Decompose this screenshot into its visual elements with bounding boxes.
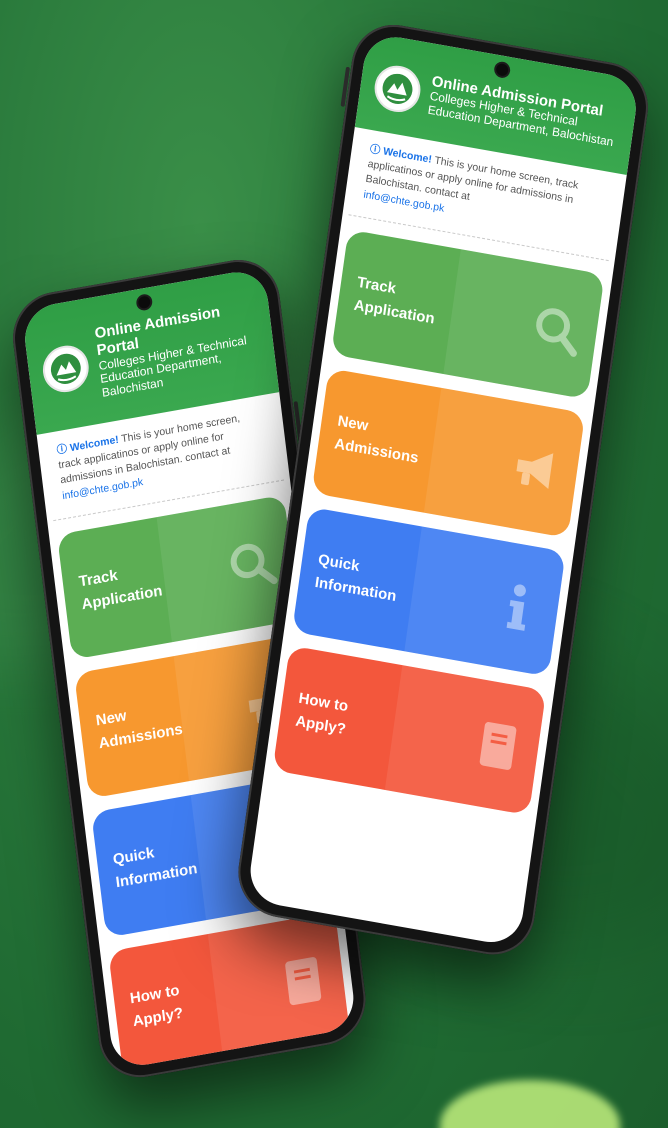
new-admissions-card[interactable]: New Admissions (311, 367, 586, 538)
how-to-apply-card[interactable]: How to Apply? (108, 911, 351, 1071)
card-label-line1: Track (355, 274, 397, 298)
track-application-card[interactable]: Track Application (330, 229, 605, 400)
card-label-line2: Information (313, 573, 398, 605)
card-label-line1: New (336, 412, 370, 436)
card-label-line1: Track (77, 567, 119, 591)
search-icon (536, 308, 577, 357)
track-application-card[interactable]: Track Application (56, 494, 300, 660)
megaphone-icon (516, 453, 554, 489)
card-label-line2: Application (352, 296, 436, 328)
info-circle-icon: ⓘ (369, 143, 382, 157)
info-circle-icon: ⓘ (55, 442, 68, 457)
department-logo (40, 342, 92, 396)
search-icon (230, 543, 278, 584)
card-label-line2: Apply? (131, 1004, 185, 1030)
card-label-line2: Apply? (294, 712, 347, 739)
background-blob (440, 1080, 620, 1128)
card-label-line1: How to (297, 690, 350, 716)
how-to-apply-card[interactable]: How to Apply? (272, 645, 547, 816)
info-icon (506, 584, 526, 631)
card-label-line1: Quick (317, 551, 361, 576)
card-label-line1: How to (129, 982, 181, 1008)
card-label-line2: Admissions (333, 435, 420, 467)
card-label-line1: New (94, 707, 128, 730)
volume-button (340, 66, 351, 107)
department-logo (371, 62, 424, 116)
card-label-line1: Quick (112, 844, 156, 869)
book-icon (285, 956, 322, 1005)
book-icon (479, 721, 517, 770)
quick-information-card[interactable]: Quick Information (291, 506, 566, 677)
